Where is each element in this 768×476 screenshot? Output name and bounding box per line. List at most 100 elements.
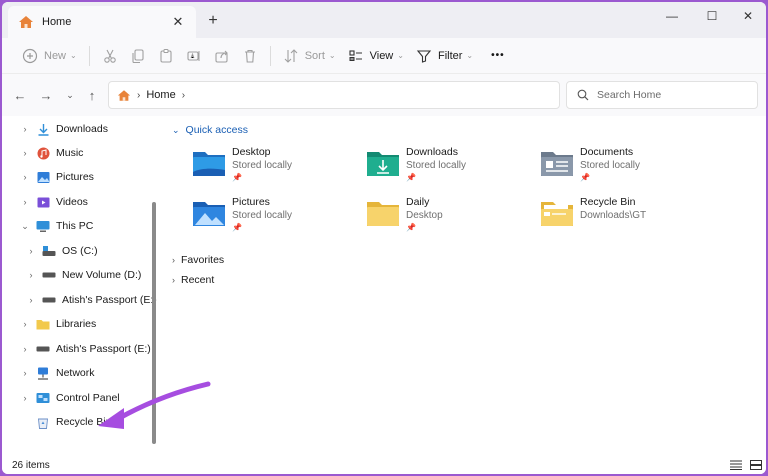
pin-icon: 📌 — [406, 173, 416, 182]
pc-icon — [36, 219, 50, 233]
chevron-right-icon[interactable]: › — [18, 172, 32, 182]
sidebar-item-videos[interactable]: › Videos — [18, 191, 88, 213]
drive-icon — [42, 244, 56, 258]
chevron-right-icon[interactable]: › — [24, 270, 38, 280]
back-arrow-icon[interactable]: ← — [10, 85, 30, 105]
sidebar-item-atish-passport-e[interactable]: › Atish's Passport (E:) — [24, 289, 157, 311]
sidebar-item-label: Downloads — [56, 123, 108, 135]
sort-icon — [284, 48, 298, 63]
sidebar-item-music[interactable]: › Music — [18, 142, 83, 164]
sidebar-item-libraries[interactable]: › Libraries — [18, 313, 97, 335]
cut-button[interactable] — [96, 42, 124, 70]
rename-button[interactable] — [180, 42, 208, 70]
tile-subtitle: Stored locally — [406, 160, 467, 171]
sidebar-item-pictures[interactable]: › Pictures — [18, 166, 94, 188]
tile-desktop[interactable]: Desktop Stored locally 📌 — [192, 146, 352, 188]
sidebar-item-label: Videos — [56, 196, 88, 208]
tile-name: Desktop — [232, 146, 271, 158]
chevron-right-icon[interactable]: › — [18, 344, 32, 354]
sidebar-item-label: New Volume (D:) — [62, 269, 142, 281]
sidebar-item-new-volume-d[interactable]: › New Volume (D:) — [24, 264, 142, 286]
tab-home[interactable]: Home ✕ — [8, 6, 196, 38]
pictures-icon — [36, 170, 50, 184]
copy-icon — [132, 48, 144, 63]
quick-access-header[interactable]: ⌄ Quick access — [172, 122, 248, 138]
home-icon — [19, 16, 33, 28]
tile-name: Recycle Bin — [580, 196, 636, 208]
new-button[interactable]: New ⌄ — [16, 42, 83, 70]
new-icon — [22, 48, 38, 63]
chevron-right-icon[interactable]: › — [18, 197, 32, 207]
drive-icon — [42, 268, 56, 282]
tile-subtitle: Desktop — [406, 210, 443, 221]
chevron-down-icon: ⌄ — [328, 51, 336, 60]
view-button[interactable]: View ⌄ — [342, 42, 410, 70]
copy-button[interactable] — [124, 42, 152, 70]
new-tab-button[interactable]: + — [204, 12, 222, 30]
sidebar-item-atish-passport-e-drive[interactable]: › Atish's Passport (E:) — [18, 338, 151, 360]
chevron-right-icon[interactable]: › — [18, 393, 32, 403]
share-icon — [215, 50, 228, 63]
close-tab-icon[interactable]: ✕ — [168, 12, 188, 32]
forward-arrow-icon[interactable]: → — [36, 85, 56, 105]
music-icon — [36, 146, 50, 160]
close-window-button[interactable]: ✕ — [726, 2, 766, 30]
up-arrow-icon[interactable]: ↑ — [82, 85, 102, 105]
chevron-right-icon[interactable]: › — [18, 148, 32, 158]
sidebar-item-label: Atish's Passport (E:) — [62, 294, 157, 306]
control-panel-icon — [36, 391, 50, 405]
tile-pictures[interactable]: Pictures Stored locally 📌 — [192, 196, 352, 238]
minimize-button[interactable]: — — [650, 2, 694, 30]
trash-icon — [244, 49, 255, 63]
libraries-icon — [36, 317, 50, 331]
section-label: Recent — [181, 274, 215, 286]
paste-button[interactable] — [152, 42, 180, 70]
sidebar-item-network[interactable]: › Network — [18, 362, 95, 384]
sidebar-scrollbar[interactable] — [152, 202, 156, 444]
chevron-right-icon[interactable]: › — [18, 319, 32, 329]
address-row: ← → ⌄ ↑ › Home › ⌄ ↻ — [2, 74, 766, 116]
rename-icon — [187, 50, 200, 61]
search-input[interactable] — [597, 89, 747, 101]
filter-button[interactable]: Filter ⌄ — [410, 42, 479, 70]
sidebar-item-this-pc[interactable]: ⌄ This PC — [18, 215, 93, 237]
tile-documents[interactable]: Documents Stored locally 📌 — [540, 146, 700, 188]
delete-button[interactable] — [236, 42, 264, 70]
pin-icon: 📌 — [232, 173, 242, 182]
tile-daily[interactable]: Daily Desktop 📌 — [366, 196, 526, 238]
recent-locations-chevron-icon[interactable]: ⌄ — [60, 85, 80, 105]
chevron-down-icon[interactable]: ⌄ — [18, 221, 32, 232]
pin-icon: 📌 — [232, 223, 242, 232]
more-icon: ••• — [491, 50, 505, 61]
chevron-right-icon[interactable]: › — [24, 295, 38, 305]
chevron-right-icon[interactable]: › — [24, 246, 38, 256]
drive-icon — [42, 293, 56, 307]
tile-name: Pictures — [232, 196, 270, 208]
sidebar-item-os-c[interactable]: › OS (C:) — [24, 240, 98, 262]
sort-button[interactable]: Sort ⌄ — [277, 42, 342, 70]
tile-downloads[interactable]: Downloads Stored locally 📌 — [366, 146, 526, 188]
tile-recycle-bin[interactable]: Recycle Bin Downloads\GT — [540, 196, 700, 238]
sidebar-item-control-panel[interactable]: › Control Panel — [18, 387, 120, 409]
sidebar-item-label: Libraries — [56, 318, 97, 330]
sidebar-item-label: Atish's Passport (E:) — [56, 343, 151, 355]
recent-header[interactable]: › Recent — [172, 272, 214, 288]
address-bar[interactable]: › Home › ⌄ ↻ — [108, 81, 654, 109]
details-view-icon[interactable] — [730, 460, 742, 470]
tiles-view-icon[interactable] — [750, 460, 762, 470]
search-box[interactable] — [566, 81, 758, 109]
chevron-down-icon: ⌄ — [397, 51, 404, 60]
filter-label: Filter — [437, 49, 463, 62]
sidebar-item-downloads[interactable]: › Downloads — [18, 118, 108, 140]
chevron-right-icon[interactable]: › — [18, 368, 32, 378]
share-button[interactable] — [208, 42, 236, 70]
sidebar-item-recycle-bin[interactable]: Recycle Bin — [18, 411, 111, 433]
view-icon — [349, 49, 362, 61]
favorites-header[interactable]: › Favorites — [172, 252, 224, 268]
breadcrumb-home[interactable]: Home — [146, 89, 175, 101]
breadcrumb-chevron-icon[interactable]: › — [182, 90, 185, 101]
chevron-right-icon[interactable]: › — [18, 124, 32, 134]
recycle-bin-icon — [36, 415, 50, 429]
chevron-right-icon: › — [172, 275, 175, 285]
more-options-button[interactable]: ••• — [479, 42, 511, 70]
